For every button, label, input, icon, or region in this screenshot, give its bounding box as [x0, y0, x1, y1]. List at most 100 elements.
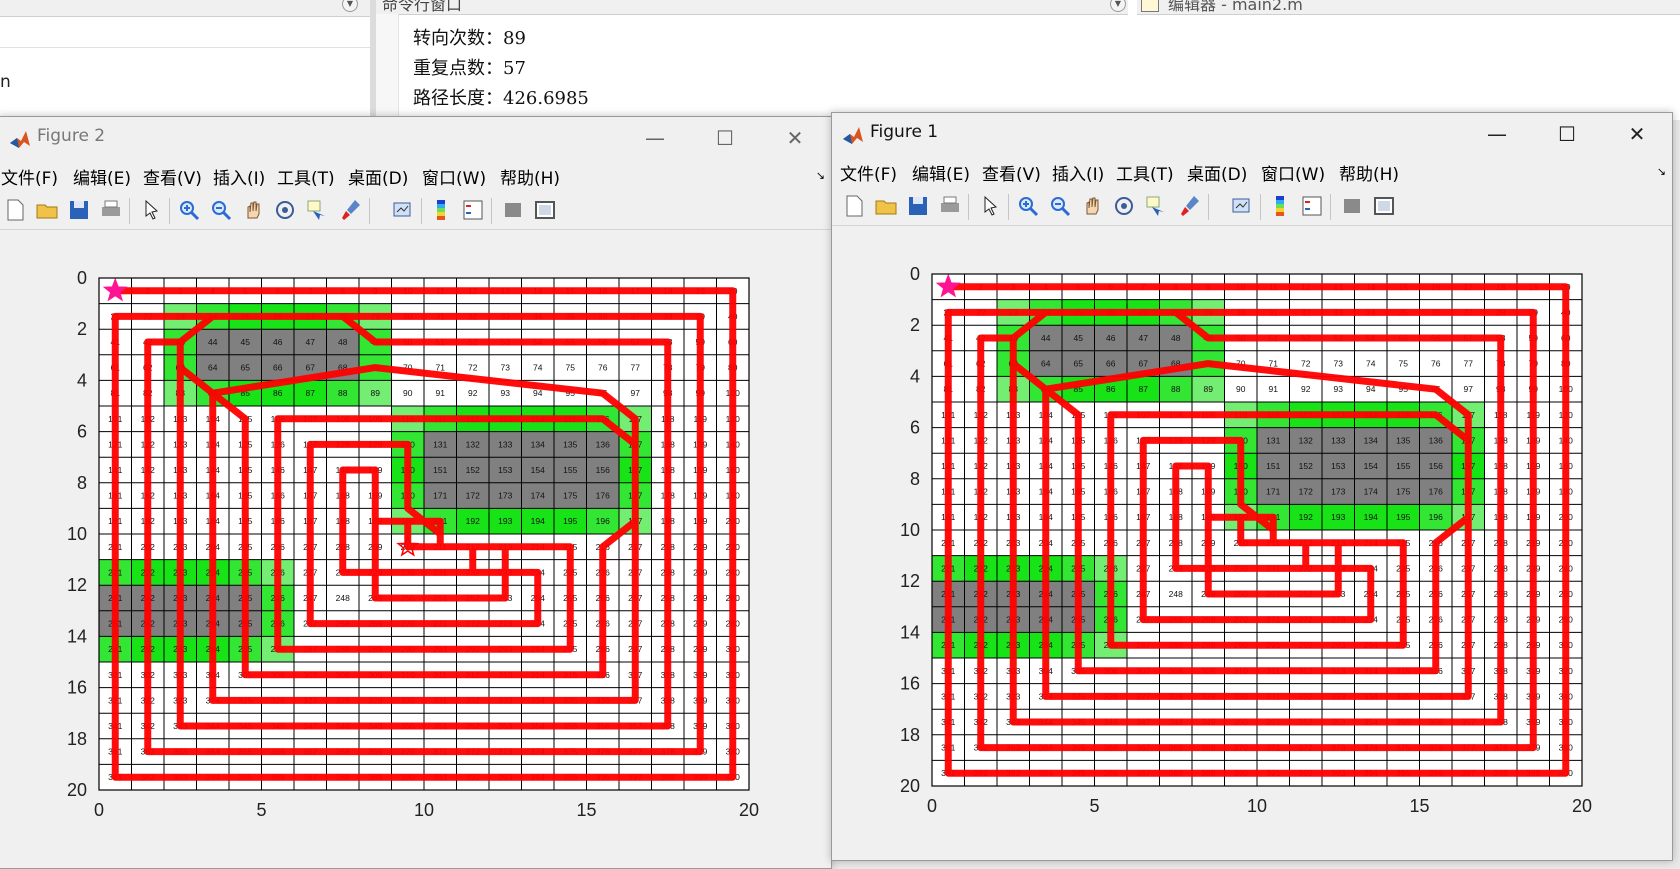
zoom-out-icon[interactable] [1048, 194, 1072, 218]
hide-tools-icon[interactable] [1340, 194, 1364, 218]
figure-2-toolbar [0, 191, 831, 230]
figure-1-toolbar [832, 187, 1672, 226]
save-icon[interactable] [906, 194, 930, 218]
cell-number-label: 88 [1171, 384, 1181, 394]
menu-item[interactable]: 查看(V) [982, 160, 1041, 185]
x-tick-label: 5 [1089, 796, 1099, 816]
save-icon[interactable] [67, 198, 91, 222]
pointer-icon[interactable] [139, 198, 163, 222]
figure-1-window[interactable]: Figure 1 — ☐ ✕ 文件(F) 编辑(E) 查看(V) 插入(I) 工具(T)… [831, 112, 1673, 861]
cell-number-label: 73 [1334, 359, 1344, 369]
brush-icon[interactable] [1178, 194, 1202, 218]
y-tick-label: 16 [900, 674, 920, 694]
cell-number-label: 46 [273, 337, 283, 347]
menu-item[interactable]: 文件(F) [840, 160, 897, 185]
menu-item[interactable]: 工具(T) [1116, 160, 1174, 185]
menu-item[interactable]: 桌面(D) [1187, 160, 1247, 185]
link-plot-icon[interactable] [391, 198, 415, 222]
workspace-panel-header [0, 0, 370, 17]
cell-number-label: 154 [1364, 461, 1378, 471]
hide-tools-icon[interactable] [501, 198, 525, 222]
open-folder-icon[interactable] [874, 194, 898, 218]
new-file-icon[interactable] [3, 198, 27, 222]
command-output-line: 重复点数：57 [413, 58, 526, 79]
cell-number-label: 77 [631, 363, 641, 373]
menu-item[interactable]: 帮助(H) [1339, 160, 1399, 185]
y-tick-label: 20 [900, 776, 920, 796]
menu-item[interactable]: 编辑(E) [912, 160, 970, 185]
menu-item[interactable]: 桌面(D) [348, 164, 408, 189]
cell-number-label: 65 [1074, 359, 1084, 369]
menu-item[interactable]: 窗口(W) [1261, 160, 1325, 185]
link-plot-icon[interactable] [1230, 194, 1254, 218]
menu-item[interactable]: 插入(I) [213, 164, 265, 189]
data-cursor-icon[interactable] [305, 198, 329, 222]
x-tick-label: 0 [94, 800, 104, 820]
close-icon[interactable]: ✕ [773, 123, 817, 153]
cell-number-label: 47 [306, 337, 316, 347]
command-gutter [376, 14, 399, 124]
menu-item[interactable]: 编辑(E) [73, 164, 131, 189]
dock-icon[interactable] [1372, 194, 1396, 218]
menu-item[interactable]: 插入(I) [1052, 160, 1104, 185]
y-tick-label: 8 [910, 469, 920, 489]
cell-number-label: 65 [241, 363, 251, 373]
menu-item[interactable]: 窗口(W) [422, 164, 486, 189]
dock-arrow-icon[interactable]: ↘ [1657, 165, 1666, 178]
pan-icon[interactable] [241, 198, 265, 222]
menu-item[interactable]: 查看(V) [143, 164, 202, 189]
print-icon[interactable] [938, 194, 962, 218]
menu-item[interactable]: 工具(T) [277, 164, 335, 189]
dock-icon[interactable] [533, 198, 557, 222]
minimize-icon[interactable]: — [633, 123, 677, 153]
new-file-icon[interactable] [842, 194, 866, 218]
figure-1-titlebar[interactable]: Figure 1 — ☐ ✕ [832, 113, 1672, 155]
menu-item[interactable]: 帮助(H) [500, 164, 560, 189]
menu-item[interactable]: 文件(F) [1, 164, 58, 189]
pointer-icon[interactable] [978, 194, 1002, 218]
cell-number-label: 93 [501, 388, 511, 398]
dock-arrow-icon[interactable]: ↘ [816, 169, 825, 182]
minimize-icon[interactable]: — [1475, 119, 1519, 149]
cell-number-label: 195 [563, 516, 577, 526]
maximize-icon[interactable]: ☐ [1545, 119, 1589, 149]
cell-number-label: 155 [563, 465, 577, 475]
y-tick-label: 14 [900, 622, 920, 642]
legend-icon[interactable] [1300, 194, 1324, 218]
rotate-3d-icon[interactable] [273, 198, 297, 222]
cell-number-label: 155 [1396, 461, 1410, 471]
cell-number-label: 151 [1266, 461, 1280, 471]
data-cursor-icon[interactable] [1144, 194, 1168, 218]
y-tick-label: 6 [910, 418, 920, 438]
cell-number-label: 48 [338, 337, 348, 347]
cell-number-label: 193 [498, 516, 512, 526]
cell-number-label: 194 [1364, 512, 1378, 522]
cell-number-label: 74 [533, 363, 543, 373]
zoom-out-icon[interactable] [209, 198, 233, 222]
figure-2-window[interactable]: Figure 2 — ☐ ✕ 文件(F) 编辑(E) 查看(V) 插入(I) 工具(T)… [0, 116, 832, 869]
legend-icon[interactable] [461, 198, 485, 222]
print-icon[interactable] [99, 198, 123, 222]
toolbar-separator [369, 198, 370, 224]
zoom-in-icon[interactable] [177, 198, 201, 222]
figure-1-title: Figure 1 [870, 122, 939, 142]
editor-icon [1141, 0, 1159, 12]
toolbar-separator [968, 194, 969, 220]
colorbar-icon[interactable] [1268, 194, 1292, 218]
colorbar-icon[interactable] [429, 198, 453, 222]
zoom-in-icon[interactable] [1016, 194, 1040, 218]
rotate-3d-icon[interactable] [1112, 194, 1136, 218]
figure-2-titlebar[interactable]: Figure 2 — ☐ ✕ [0, 117, 831, 159]
cell-number-label: 172 [466, 491, 480, 501]
close-icon[interactable]: ✕ [1615, 119, 1659, 149]
x-tick-label: 10 [1247, 796, 1267, 816]
pan-icon[interactable] [1080, 194, 1104, 218]
cell-number-label: 76 [598, 363, 608, 373]
cell-number-label: 66 [1106, 359, 1116, 369]
cell-number-label: 47 [1139, 333, 1149, 343]
x-tick-label: 0 [927, 796, 937, 816]
cell-number-label: 196 [1429, 512, 1443, 522]
maximize-icon[interactable]: ☐ [703, 123, 747, 153]
brush-icon[interactable] [339, 198, 363, 222]
open-folder-icon[interactable] [35, 198, 59, 222]
